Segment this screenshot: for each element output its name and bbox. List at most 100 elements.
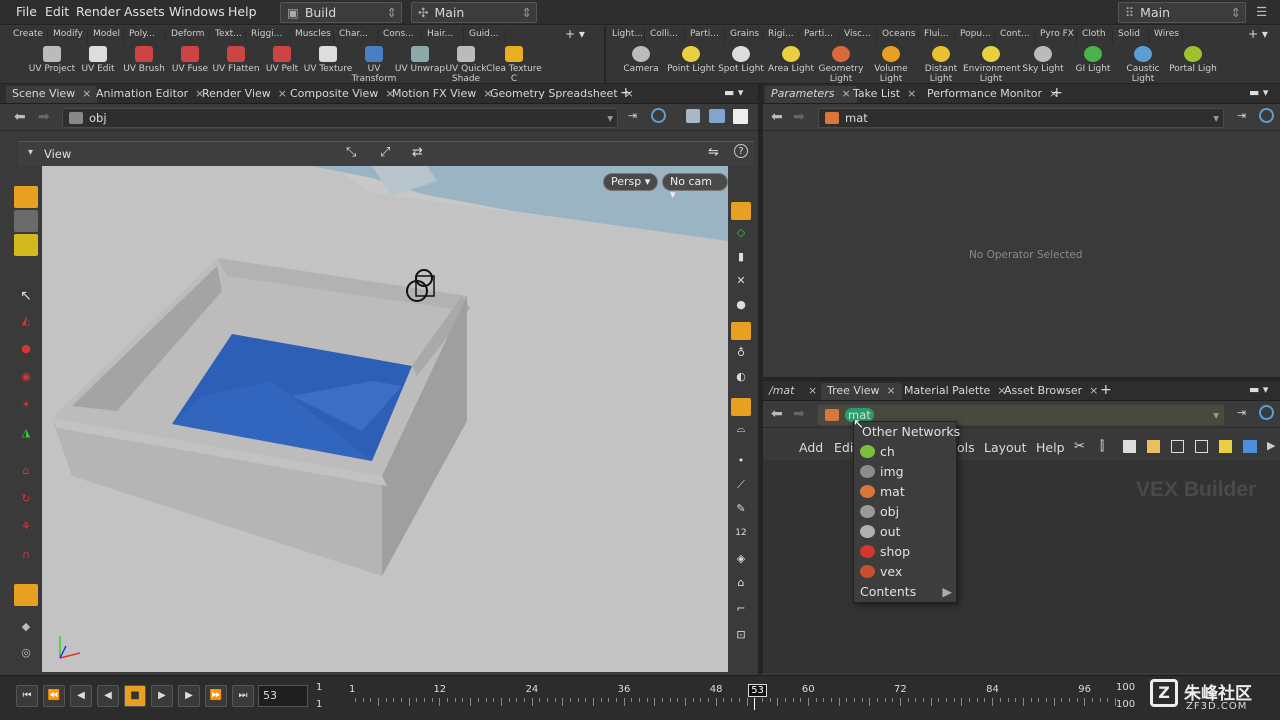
menu-edit[interactable]: Edi [834, 440, 853, 455]
menu-item-mat[interactable]: mat [860, 482, 905, 502]
shelf-tool[interactable]: Geometry Light [813, 46, 869, 84]
shelf-tab[interactable]: Cons... [380, 29, 422, 43]
sticky-note-icon[interactable] [1219, 440, 1232, 453]
network-editor[interactable]: VEX Builder [763, 460, 1280, 673]
menu-item-shop[interactable]: shop [860, 542, 910, 562]
shelf-tab[interactable]: Oceans [879, 29, 919, 43]
shelf-tab[interactable]: Modify [50, 29, 88, 43]
menu-add[interactable]: Add [799, 440, 823, 455]
ghost-icon[interactable]: ◇ [731, 226, 751, 244]
persp-dropdown[interactable]: Persp ▾ [603, 173, 659, 191]
forward-arrow-icon[interactable]: ➡ [793, 406, 805, 422]
magnet-icon[interactable]: ∩ [14, 548, 38, 570]
light-icon[interactable]: ♁ [731, 346, 751, 364]
pane-menu-icon[interactable]: ▬ ▾ [724, 86, 743, 99]
prev-key-button[interactable]: ⏪ [43, 685, 65, 707]
camera-dropdown[interactable]: No cam ▾ [662, 173, 728, 201]
select-icon[interactable]: ◭ [14, 314, 38, 336]
menu-tools[interactable]: ols [957, 440, 975, 455]
go-end-button[interactable]: ⏭ [232, 685, 254, 707]
shelf-tab[interactable]: Grains [727, 29, 763, 43]
menu-help[interactable]: Help [1036, 440, 1065, 455]
scale-icon[interactable]: ✶ [14, 398, 38, 420]
shelf-tab[interactable]: Muscles [292, 29, 334, 43]
shelf-tab[interactable]: Cont... [997, 29, 1035, 43]
stop-button[interactable]: ■ [124, 685, 146, 707]
close-icon[interactable]: × [907, 87, 916, 100]
shelf-tab[interactable]: Poly... [126, 29, 166, 43]
add-tab-icon[interactable]: + [620, 85, 632, 101]
shelf-tool[interactable]: Environment Light [963, 46, 1020, 84]
end-frame-label[interactable]: 100 [1116, 682, 1135, 693]
chevron-right-icon[interactable]: ▶ [1267, 439, 1275, 452]
rotate-icon[interactable]: ◉ [14, 370, 38, 392]
snapping-icon[interactable] [14, 584, 38, 606]
step-forward-button[interactable]: ▶︎ [178, 685, 200, 707]
shelf-tab[interactable]: Flui... [921, 29, 955, 43]
cube-icon[interactable] [686, 109, 700, 123]
close-icon[interactable]: × [887, 384, 896, 397]
scene-path-field[interactable]: obj ▾ [62, 108, 618, 128]
tab-composite-view[interactable]: Composite View × [284, 86, 401, 103]
shelf-tab[interactable]: Colli... [647, 29, 685, 43]
menu-item-obj[interactable]: obj [860, 502, 899, 522]
back-arrow-icon[interactable]: ⬅ [14, 109, 26, 125]
close-icon[interactable]: ✕ [731, 274, 751, 292]
shelf-tab[interactable]: Model [90, 29, 124, 43]
shelf-tool[interactable]: Caustic Light [1115, 46, 1171, 84]
tile-icon[interactable] [1171, 440, 1184, 453]
shelf-tab[interactable]: Pyro FX [1037, 29, 1077, 43]
tools-icon[interactable]: ✂ [1074, 439, 1085, 454]
tab-render-view[interactable]: Render View × [196, 86, 293, 103]
shelf-tab[interactable]: Char... [336, 29, 378, 43]
range-start-label[interactable]: 1 [316, 699, 322, 710]
add-tab-icon[interactable]: + [1051, 85, 1063, 101]
menu-file[interactable]: File [16, 4, 37, 19]
tab-material-palette[interactable]: Material Palette × [898, 383, 1013, 400]
close-icon[interactable]: × [1089, 384, 1098, 397]
desktop-dropdown[interactable]: ▣ Build ⇕ [280, 2, 402, 23]
forward-arrow-icon[interactable]: ➡ [38, 109, 50, 125]
shelf-tool[interactable]: Volume Light [863, 46, 919, 84]
visualize-icon[interactable] [731, 398, 751, 416]
normals-icon[interactable]: ⌓ [731, 422, 751, 440]
edge-icon[interactable]: ⟋ [731, 478, 751, 496]
add-tab-icon[interactable]: + ▾ [565, 27, 585, 41]
menu-render[interactable]: Render [76, 4, 121, 19]
move-icon[interactable]: ● [14, 342, 38, 364]
main-dropdown[interactable]: ⠿ Main ⇕ [1118, 2, 1246, 23]
toolbar-options-icon[interactable]: ⇋ [708, 145, 719, 160]
menu-edit[interactable]: Edit [45, 4, 69, 19]
image-icon[interactable] [1243, 440, 1257, 453]
pointer-icon[interactable]: ↖ [14, 288, 38, 310]
snap-icon[interactable]: ⤢ [380, 145, 390, 160]
grid-icon[interactable] [1147, 440, 1160, 453]
shelf-tab[interactable]: Parti... [801, 29, 839, 43]
shelf-tool[interactable]: Camera [613, 46, 669, 82]
current-frame-marker[interactable]: 53 [748, 684, 767, 697]
menu-item-out[interactable]: out [860, 522, 900, 542]
pin-icon[interactable]: ⇥ [1237, 406, 1246, 419]
shelf-tool[interactable]: Point Light [663, 46, 719, 82]
shelf-tab[interactable]: Parti... [687, 29, 725, 43]
geometry-mode-icon[interactable] [14, 234, 38, 256]
add-tab-icon[interactable]: + ▾ [1248, 27, 1268, 41]
shading-icon[interactable]: ● [731, 298, 751, 316]
pane-menu-icon[interactable]: ▬ ▾ [1249, 383, 1268, 396]
close-icon[interactable]: × [808, 384, 817, 397]
link-icon[interactable] [1259, 405, 1274, 420]
shelf-tab[interactable]: Solid [1115, 29, 1149, 43]
menu-icon[interactable]: ☰ [1256, 4, 1267, 19]
tab-animation-editor[interactable]: Animation Editor × [90, 86, 210, 103]
shelf-tab[interactable]: Text... [212, 29, 246, 43]
list-icon[interactable] [1123, 440, 1136, 453]
pose-icon[interactable]: ⌂ [14, 464, 38, 486]
lighting-icon[interactable] [731, 322, 751, 340]
shelf-tab[interactable]: Rigi... [765, 29, 799, 43]
tab-performance-monitor[interactable]: Performance Monitor × [921, 86, 1064, 103]
pencil-icon[interactable]: ✎ [731, 502, 751, 520]
tab-asset-browser[interactable]: Asset Browser × [998, 383, 1104, 400]
scene-viewport[interactable]: Persp ▾ No cam ▾ [42, 166, 728, 672]
back-arrow-icon[interactable]: ⬅ [771, 109, 783, 125]
menu-item-vex[interactable]: vex [860, 562, 902, 582]
